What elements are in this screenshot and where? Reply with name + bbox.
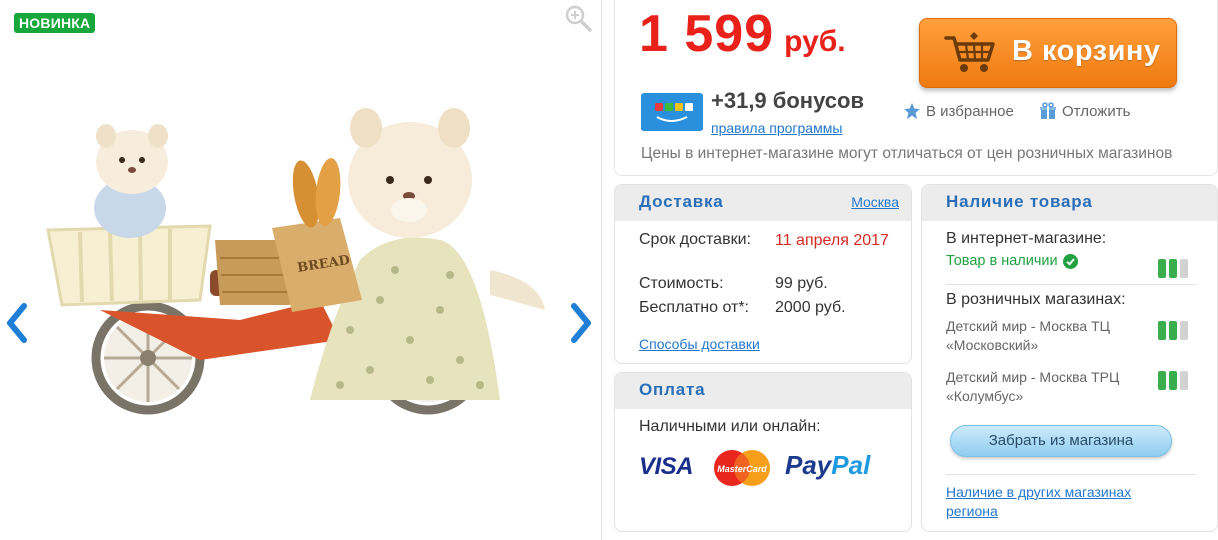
online-stock-level-icon xyxy=(1158,259,1188,278)
delivery-free-label: Бесплатно от*: xyxy=(639,299,749,316)
store-1-stock-level-icon xyxy=(1158,321,1188,340)
payment-header: Оплата xyxy=(615,373,911,409)
price-disclaimer: Цены в интернет-магазине могут отличатьс… xyxy=(641,145,1173,162)
online-store-label: В интернет-магазине: xyxy=(946,230,1107,247)
star-icon xyxy=(904,103,920,119)
divider xyxy=(946,474,1196,475)
price: 1 599 руб. xyxy=(639,4,846,64)
delivery-methods-link[interactable]: Способы доставки xyxy=(639,336,760,352)
visa-logo: VISA xyxy=(639,453,694,480)
delivery-header: Доставка Москва xyxy=(615,185,911,221)
cart-icon xyxy=(944,32,995,72)
check-circle-icon xyxy=(1062,253,1078,269)
price-panel: 1 599 руб. В корзину +31,9 бонусов правил… xyxy=(614,0,1218,176)
mastercard-text: MasterCard xyxy=(717,464,767,474)
delivery-free-value: 2000 руб. xyxy=(775,299,846,316)
mastercard-logo: MasterCard xyxy=(714,450,770,486)
stock-header: Наличие товара xyxy=(922,185,1217,221)
payment-title: Оплата xyxy=(639,380,706,399)
add-to-favorites-button[interactable]: В избранное xyxy=(903,102,1014,120)
paypal-logo: PayPal xyxy=(785,450,870,481)
store-2-stock-level-icon xyxy=(1158,371,1188,390)
retail-stores-label: В розничных магазинах: xyxy=(946,291,1126,308)
zoom-icon[interactable] xyxy=(564,4,592,32)
payment-panel: Оплата Наличными или онлайн: VISA Master… xyxy=(614,372,912,532)
divider xyxy=(946,284,1196,285)
price-currency: руб. xyxy=(784,25,846,58)
store-item-1: Детский мир - Москва ТЦ «Московский» xyxy=(946,318,1110,353)
online-stock-text: Товар в наличии xyxy=(946,253,1058,269)
paypal-text-pal: Pal xyxy=(831,450,871,480)
delivery-cost-label: Стоимость: xyxy=(639,275,724,292)
delivery-title: Доставка xyxy=(639,192,724,211)
add-to-cart-button[interactable]: В корзину xyxy=(919,18,1177,88)
delivery-term-value: 11 апреля 2017 xyxy=(775,232,889,249)
online-stock-status: Товар в наличии xyxy=(946,253,1078,269)
stock-panel: Наличие товара В интернет-магазине: Това… xyxy=(921,184,1218,532)
product-gallery: НОВИНКА BREAD xyxy=(0,0,602,540)
new-badge: НОВИНКА xyxy=(14,13,96,33)
add-to-cart-label: В корзину xyxy=(1012,35,1161,67)
defer-button[interactable]: Отложить xyxy=(1039,102,1130,120)
chevron-left-icon[interactable] xyxy=(2,300,32,346)
delivery-city-link[interactable]: Москва xyxy=(851,194,899,210)
delivery-cost-value: 99 руб. xyxy=(775,275,828,292)
product-image: BREAD xyxy=(46,108,545,415)
other-stores-link[interactable]: Наличие в других магазинах региона xyxy=(946,483,1186,521)
delivery-term-label: Срок доставки: xyxy=(639,231,751,248)
gift-icon xyxy=(1040,102,1056,119)
delivery-term-row: Срок доставки: 11 апреля 2017 xyxy=(639,231,889,249)
favorites-label: В избранное xyxy=(926,102,1014,120)
chevron-right-icon[interactable] xyxy=(566,300,596,346)
delivery-cost-row: Стоимость: 99 руб. xyxy=(639,275,828,293)
pickup-from-store-button[interactable]: Забрать из магазина xyxy=(950,425,1172,457)
defer-label: Отложить xyxy=(1062,102,1131,120)
stock-title: Наличие товара xyxy=(946,192,1093,211)
delivery-free-row: Бесплатно от*: 2000 руб. xyxy=(639,299,846,317)
store-item-2: Детский мир - Москва ТРЦ «Колумбус» xyxy=(946,369,1120,404)
bonus-rules-link[interactable]: правила программы xyxy=(711,120,842,136)
delivery-panel: Доставка Москва Срок доставки: 11 апреля… xyxy=(614,184,912,364)
paypal-text-pay: Pay xyxy=(785,450,832,480)
payment-methods-text: Наличными или онлайн: xyxy=(639,418,821,435)
bonus-amount: +31,9 бонусов xyxy=(711,88,864,113)
bonus-card-icon xyxy=(641,93,703,131)
price-amount: 1 599 xyxy=(639,5,775,63)
